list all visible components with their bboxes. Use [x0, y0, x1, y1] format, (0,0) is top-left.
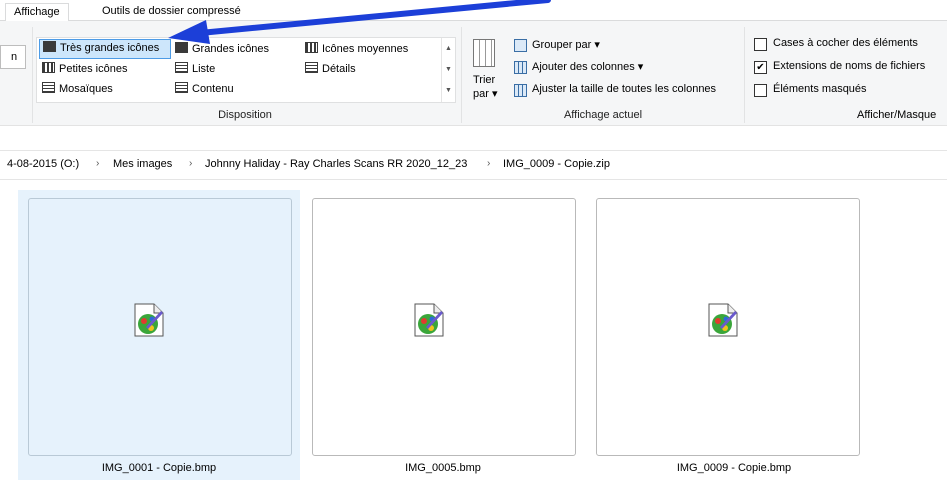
breadcrumb-separator-icon: ›	[189, 158, 193, 169]
ribbon-left-cut-button[interactable]: n	[0, 45, 26, 69]
extra-large-icons-icon	[43, 41, 56, 52]
group-label-affichage-actuel: Affichage actuel	[563, 109, 643, 121]
content-icon	[175, 82, 188, 93]
small-icons-icon	[42, 62, 55, 73]
group-by-label: Grouper par ▾	[532, 39, 600, 51]
layout-list[interactable]: Liste	[172, 60, 296, 78]
breadcrumb-separator-icon: ›	[96, 158, 100, 169]
checkbox-item-checkboxes[interactable]: Cases à cocher des éléments	[752, 36, 947, 53]
add-columns-icon	[514, 61, 527, 74]
layout-medium-icons[interactable]: Icônes moyennes	[302, 40, 430, 58]
layout-label: Très grandes icônes	[60, 42, 160, 54]
sort-by-button[interactable]: Trier par ▾	[468, 31, 502, 101]
fit-columns-label: Ajuster la taille de toutes les colonnes	[532, 83, 717, 95]
group-by-icon	[514, 39, 527, 52]
group-separator	[32, 27, 33, 123]
group-label-afficher-masquer: Afficher/Masque	[857, 109, 937, 121]
layout-label: Mosaïques	[59, 83, 113, 95]
layout-label: Détails	[322, 63, 356, 75]
tiles-icon	[42, 82, 55, 93]
layout-details[interactable]: Détails	[302, 60, 426, 78]
gallery-scrollbar: ▲ ▼ ▼	[441, 38, 455, 102]
bmp-file-icon	[134, 303, 164, 337]
gallery-expand-button[interactable]: ▼	[442, 80, 455, 101]
sort-by-label-line1: Trier	[473, 74, 496, 86]
gallery-scroll-up-button[interactable]: ▲	[442, 38, 455, 59]
ribbon-tab-bar: Affichage Outils de dossier compressé	[0, 0, 947, 22]
file-name[interactable]: IMG_0001 - Copie.bmp	[17, 462, 301, 474]
details-icon	[305, 62, 318, 73]
checkbox-hidden-items[interactable]: Éléments masqués	[752, 82, 947, 99]
file-name[interactable]: IMG_0005.bmp	[301, 462, 585, 474]
medium-icons-icon	[305, 42, 318, 53]
layout-large-icons[interactable]: Grandes icônes	[172, 40, 296, 58]
ribbon: n Très grandes icônes Grandes icônes Icô…	[0, 21, 947, 126]
checkbox-label: Cases à cocher des éléments	[773, 37, 918, 49]
breadcrumb: 4-08-2015 (O:) › Mes images › Johnny Hal…	[0, 150, 947, 180]
file-extensions-checkbox[interactable]: ✔	[754, 61, 767, 74]
layout-small-icons[interactable]: Petites icônes	[39, 60, 163, 78]
fit-columns-button[interactable]: Ajuster la taille de toutes les colonnes	[512, 82, 740, 99]
sort-columns-icon	[473, 39, 495, 67]
layout-label: Icônes moyennes	[322, 43, 409, 55]
group-label-disposition: Disposition	[218, 109, 272, 121]
hidden-items-checkbox[interactable]	[754, 84, 767, 97]
file-name[interactable]: IMG_0009 - Copie.bmp	[592, 462, 876, 474]
list-icon	[175, 62, 188, 73]
tab-affichage[interactable]: Affichage	[5, 3, 69, 22]
tab-outils-dossier-compresse[interactable]: Outils de dossier compressé	[94, 3, 249, 20]
add-columns-button[interactable]: Ajouter des colonnes ▾	[512, 59, 682, 76]
breadcrumb-separator-icon: ›	[487, 158, 491, 169]
add-columns-label: Ajouter des colonnes ▾	[532, 61, 644, 73]
layout-label: Contenu	[192, 83, 234, 95]
breadcrumb-folder[interactable]: Johnny Haliday - Ray Charles Scans RR 20…	[205, 158, 467, 170]
breadcrumb-zip[interactable]: IMG_0009 - Copie.zip	[503, 158, 610, 170]
ribbon-left-cut-label: n	[11, 51, 18, 63]
layout-label: Grandes icônes	[192, 43, 270, 55]
large-icons-icon	[175, 42, 188, 53]
file-item-3[interactable]	[596, 198, 860, 456]
bmp-file-icon	[708, 303, 738, 337]
file-item-1[interactable]	[28, 198, 292, 456]
gallery-scroll-down-button[interactable]: ▼	[442, 59, 455, 80]
layout-extra-large-icons[interactable]: Très grandes icônes	[39, 39, 171, 59]
group-by-button[interactable]: Grouper par ▾	[512, 37, 612, 54]
layout-content[interactable]: Contenu	[172, 80, 296, 98]
item-checkboxes-checkbox[interactable]	[754, 38, 767, 51]
breadcrumb-mes-images[interactable]: Mes images	[113, 158, 172, 170]
layout-label: Petites icônes	[59, 63, 128, 75]
layout-gallery: Très grandes icônes Grandes icônes Icône…	[36, 37, 456, 103]
checkbox-label: Éléments masqués	[773, 83, 867, 95]
fit-columns-icon	[514, 84, 527, 97]
checkbox-file-extensions[interactable]: ✔ Extensions de noms de fichiers	[752, 59, 947, 76]
file-item-2[interactable]	[312, 198, 576, 456]
group-separator	[744, 27, 745, 123]
breadcrumb-drive[interactable]: 4-08-2015 (O:)	[7, 158, 79, 170]
layout-label: Liste	[192, 63, 216, 75]
layout-tiles[interactable]: Mosaïques	[39, 80, 163, 98]
bmp-file-icon	[414, 303, 444, 337]
checkbox-label: Extensions de noms de fichiers	[773, 60, 926, 72]
sort-by-label-line2: par ▾	[473, 88, 498, 100]
